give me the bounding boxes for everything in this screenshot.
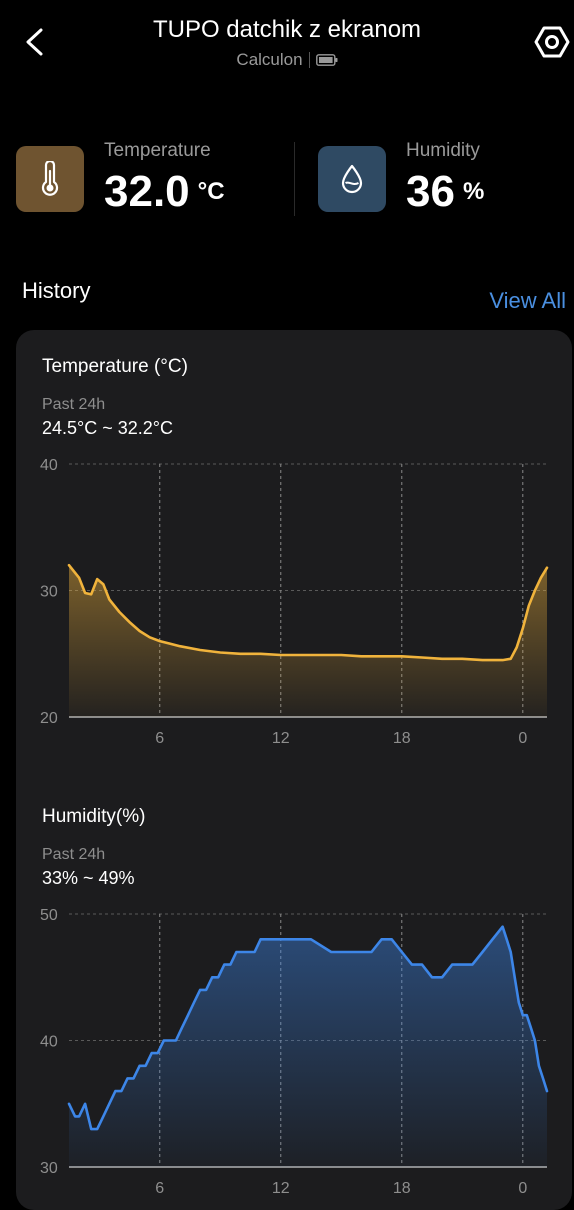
humidity-x-tick-label: 18 <box>393 1180 411 1197</box>
temperature-chart-title: Temperature (°C) <box>42 356 188 377</box>
temperature-value: 32.0 °C <box>104 168 225 216</box>
view-all-link[interactable]: View All <box>489 288 566 314</box>
temperature-tile <box>16 146 84 212</box>
temperature-chart-range: 24.5°C ~ 32.2°C <box>42 418 173 438</box>
temperature-chart-period: Past 24h <box>42 396 106 413</box>
humidity-x-tick-label: 6 <box>155 1180 164 1197</box>
temperature-label: Temperature <box>104 140 211 161</box>
humidity-number: 36 <box>406 167 455 216</box>
header: TUPO datchik z ekranom Calculon <box>0 0 574 90</box>
hexagon-gear-icon <box>534 26 570 58</box>
device-name: Calculon <box>236 50 303 69</box>
humidity-x-tick-label: 0 <box>518 1180 527 1197</box>
settings-button[interactable] <box>534 24 570 60</box>
water-drop-icon <box>341 164 363 194</box>
humidity-y-tick-label: 30 <box>40 1160 58 1177</box>
temperature-chart: 20 30 40 6 12 18 0 <box>40 457 549 747</box>
history-card: Temperature (°C) Past 24h 24.5°C ~ 32.2°… <box>16 330 572 1210</box>
device-subtitle: Calculon <box>0 50 574 70</box>
subtitle-divider <box>308 52 310 68</box>
temperature-number: 32.0 <box>104 167 190 216</box>
humidity-chart-range: 33% ~ 49% <box>42 868 135 888</box>
humidity-chart-period: Past 24h <box>42 846 106 863</box>
humidity-tile <box>318 146 386 212</box>
temperature-unit: °C <box>197 178 225 205</box>
temperature-y-tick-label: 30 <box>40 584 58 601</box>
humidity-chart: 30 40 50 6 12 18 0 <box>40 907 549 1197</box>
temperature-y-tick-label: 40 <box>40 457 58 474</box>
temperature-x-tick-label: 0 <box>518 730 527 747</box>
humidity-unit: % <box>462 178 485 205</box>
temperature-area-fill <box>69 565 547 717</box>
humidity-x-tick-label: 12 <box>272 1180 290 1197</box>
temperature-x-tick-label: 6 <box>155 730 164 747</box>
current-readings: Temperature 32.0 °C Humidity 36 % <box>0 138 574 228</box>
temperature-x-tick-label: 12 <box>272 730 290 747</box>
device-title: TUPO datchik z ekranom <box>152 16 422 43</box>
humidity-y-tick-label: 50 <box>40 907 58 924</box>
battery-full-icon <box>315 54 338 66</box>
thermometer-icon <box>41 161 59 196</box>
temperature-x-tick-label: 18 <box>393 730 411 747</box>
temperature-y-tick-label: 20 <box>40 710 58 727</box>
humidity-label: Humidity <box>406 140 480 161</box>
humidity-chart-title: Humidity(%) <box>42 806 146 827</box>
humidity-value: 36 % <box>406 168 484 216</box>
history-title: History <box>22 278 91 303</box>
readings-divider <box>294 142 295 216</box>
humidity-y-tick-label: 40 <box>40 1034 58 1051</box>
